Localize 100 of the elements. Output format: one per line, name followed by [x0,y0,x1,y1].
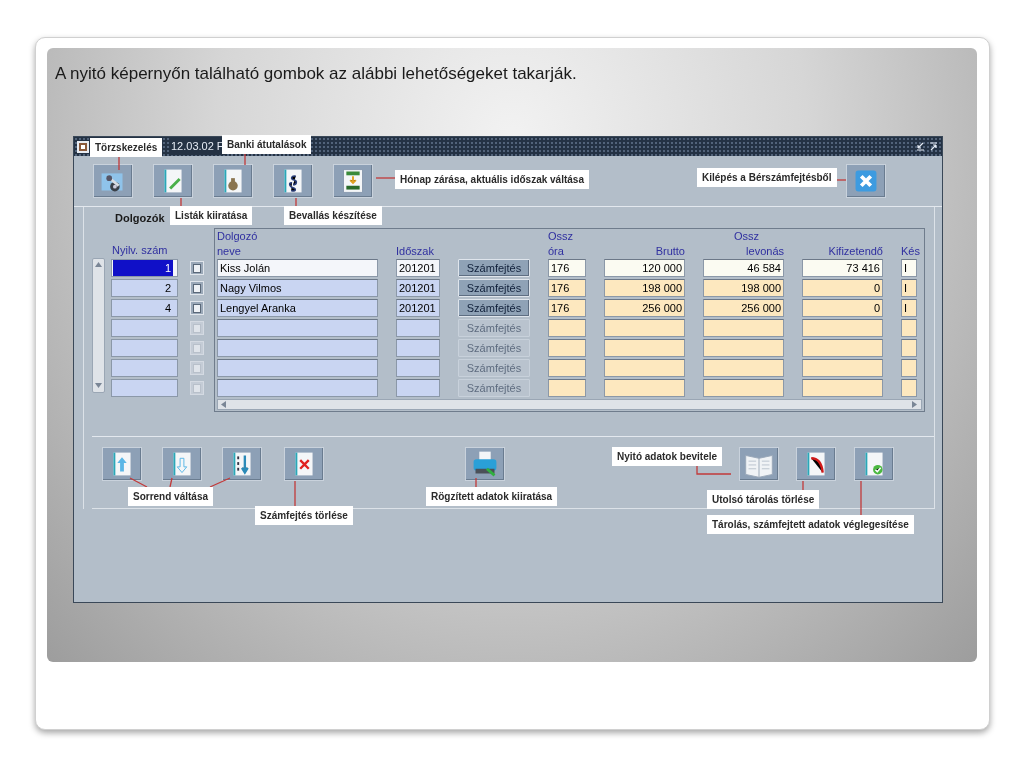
callout-label: Számfejtés törlése [255,506,353,525]
input-field[interactable] [802,379,883,397]
input-field[interactable]: 176 [548,279,586,297]
leader-line [475,477,477,488]
row-button[interactable] [190,261,204,275]
input-field[interactable] [396,319,440,337]
input-field[interactable]: 73 416 [802,259,883,277]
input-field[interactable] [901,319,917,337]
input-field[interactable] [901,379,917,397]
callout-label: Kilépés a Bérszámfejtésből [697,168,837,187]
input-field[interactable] [703,359,784,377]
input-field[interactable] [217,319,378,337]
input-field[interactable] [217,379,378,397]
input-field[interactable]: 176 [548,299,586,317]
vertical-scrollbar[interactable] [92,258,105,393]
input-field[interactable]: 198 000 [703,279,784,297]
row-button[interactable] [190,301,204,315]
toolbar-button[interactable] [796,447,836,481]
input-field[interactable]: I [901,279,917,297]
input-field[interactable]: Lengyel Aranka [217,299,378,317]
app-icon [76,139,90,154]
input-field[interactable] [802,319,883,337]
column-header: neve [217,244,241,259]
leader-line [295,197,297,208]
leader-line [294,480,296,507]
input-field[interactable]: 1 [111,259,178,277]
toolbar-button[interactable] [333,164,373,198]
input-field[interactable] [604,319,685,337]
toolbar-button[interactable] [213,164,253,198]
leader-line [834,179,847,181]
input-field[interactable] [604,339,685,357]
callout-label: Banki átutalások [222,135,312,154]
column-header: Nyilv. szám [111,243,169,258]
scroll-left-icon[interactable] [221,401,227,408]
minimize-icon[interactable] [916,142,925,151]
input-field[interactable] [217,359,378,377]
input-field[interactable] [703,319,784,337]
input-field[interactable]: 201201 [396,259,440,277]
input-field[interactable]: 0 [802,299,883,317]
input-field[interactable]: 201201 [396,279,440,297]
input-field[interactable] [901,339,917,357]
input-field[interactable] [802,359,883,377]
input-field[interactable] [396,339,440,357]
callout-label: Bevallás készítése [284,206,382,225]
input-field[interactable]: I [901,259,917,277]
input-field[interactable]: 2 [111,279,178,297]
callout-label: Sorrend váltása [128,487,214,506]
callout-label: Utolsó tárolás törlése [707,490,820,509]
scroll-right-icon[interactable] [912,401,918,408]
leader-line [375,177,396,179]
input-field[interactable]: Kiss Jolán [217,259,378,277]
input-field[interactable]: 0 [802,279,883,297]
input-field[interactable]: 4 [111,299,178,317]
input-field[interactable]: 46 584 [703,259,784,277]
horizontal-scrollbar[interactable] [217,399,922,410]
input-field[interactable]: I [901,299,917,317]
input-field[interactable]: 120 000 [604,259,685,277]
input-field[interactable]: Nagy Vilmos [217,279,378,297]
scroll-up-icon[interactable] [95,262,102,268]
leader-line [802,480,804,491]
input-field[interactable]: 256 000 [604,299,685,317]
calculate-button[interactable]: Számfejtés [458,259,530,277]
callout-label: Nyitó adatok bevitele [612,447,723,466]
callout-label: Tárolás, számfejtett adatok véglegesítése [707,515,914,534]
input-field[interactable] [548,339,586,357]
input-field[interactable]: 256 000 [703,299,784,317]
input-field[interactable] [703,379,784,397]
row-button[interactable] [190,281,204,295]
calculate-button[interactable]: Számfejtés [458,279,530,297]
input-field[interactable] [703,339,784,357]
slide-title: A nyitó képernyőn található gombok az alábbi lehetőségeket takarják. [55,63,577,85]
input-field[interactable]: 176 [548,259,586,277]
column-header: Ossz [548,229,574,244]
toolbar-button[interactable] [93,164,133,198]
input-field[interactable] [217,339,378,357]
input-field[interactable] [901,359,917,377]
column-header: Dolgozó [217,229,258,244]
callout-label: Rögzített adatok kiiratása [426,487,558,506]
section-label: Dolgozók [115,211,165,226]
leader-line [118,156,120,171]
input-field[interactable]: 198 000 [604,279,685,297]
toolbar-button[interactable] [284,447,324,481]
scroll-down-icon[interactable] [95,383,102,389]
input-field[interactable] [396,359,440,377]
input-field[interactable] [396,379,440,397]
input-field[interactable] [802,339,883,357]
input-field[interactable] [548,379,586,397]
toolbar-button[interactable] [465,447,505,481]
callout-label: Listák kiiratása [170,206,253,225]
input-field[interactable] [604,379,685,397]
input-field[interactable] [548,319,586,337]
toolbar-button[interactable] [273,164,313,198]
callout-label: Törzskezelés [90,138,163,157]
column-header: Ossz [734,229,760,244]
calculate-button[interactable]: Számfejtés [458,299,530,317]
input-field[interactable] [604,359,685,377]
input-field[interactable] [548,359,586,377]
toolbar-button[interactable] [846,164,886,198]
input-field[interactable]: 201201 [396,299,440,317]
maximize-icon[interactable] [929,142,938,151]
